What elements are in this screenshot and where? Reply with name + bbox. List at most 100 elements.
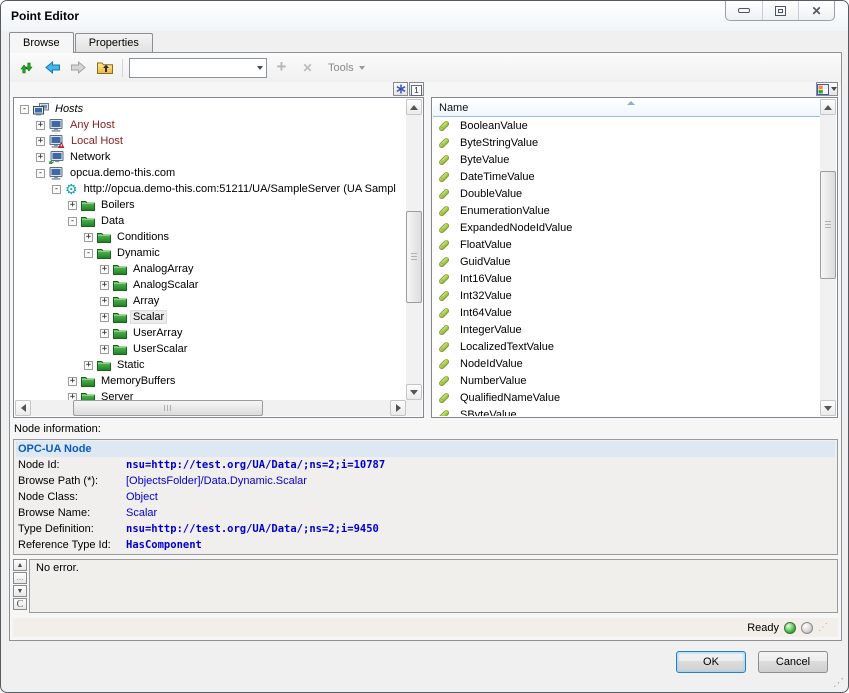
expand-icon[interactable]: +	[84, 233, 93, 242]
error-details-button[interactable]: …	[13, 572, 27, 584]
scroll-down-button[interactable]	[406, 384, 422, 400]
forward-button[interactable]	[67, 57, 90, 79]
collapse-icon[interactable]: -	[68, 217, 77, 226]
list-item[interactable]: DoubleValue	[433, 185, 820, 202]
tree-item[interactable]: +Scalar	[15, 309, 406, 325]
tree-item[interactable]: -Data	[15, 213, 406, 229]
tools-menu-button[interactable]: Tools	[322, 57, 371, 79]
tree-item[interactable]: +UserArray	[15, 325, 406, 341]
list-item[interactable]: EnumerationValue	[433, 202, 820, 219]
list-item[interactable]: LocalizedTextValue	[433, 338, 820, 355]
list-item[interactable]: Int64Value	[433, 304, 820, 321]
maximize-button[interactable]	[762, 1, 798, 20]
window-resize-grip[interactable]: ⋰	[833, 676, 844, 689]
address-combobox[interactable]	[129, 58, 267, 78]
error-prev-button[interactable]: ▲	[13, 559, 27, 571]
tree-asterisk-button[interactable]	[393, 82, 408, 96]
scroll-up-button[interactable]	[406, 99, 422, 115]
folder-icon	[97, 232, 111, 243]
add-button[interactable]	[270, 57, 293, 79]
refresh-button[interactable]	[15, 57, 38, 79]
tree-item[interactable]: + Conditions	[15, 229, 406, 245]
tree-item-label: Conditions	[115, 231, 171, 243]
tree-item[interactable]: +Boilers	[15, 197, 406, 213]
scroll-thumb[interactable]	[820, 171, 836, 279]
point-editor-window: Point Editor Browse Properties	[0, 0, 849, 693]
list-column-header-name[interactable]: Name	[433, 99, 820, 117]
scroll-down-button[interactable]	[820, 400, 836, 416]
expand-icon[interactable]: +	[100, 265, 109, 274]
expand-icon[interactable]: +	[100, 313, 109, 322]
expand-icon[interactable]: +	[100, 297, 109, 306]
list-item[interactable]: NodeIdValue	[433, 355, 820, 372]
scroll-right-button[interactable]	[390, 400, 406, 416]
tree-item[interactable]: +AnalogScalar	[15, 277, 406, 293]
tree-item[interactable]: +AnalogArray	[15, 261, 406, 277]
list-item[interactable]: DateTimeValue	[433, 168, 820, 185]
list-vertical-scrollbar[interactable]	[820, 99, 836, 416]
tree-item-label: UserScalar	[131, 343, 189, 355]
minimize-button[interactable]	[726, 1, 762, 20]
tree-item[interactable]: +Static	[15, 357, 406, 373]
expand-icon[interactable]: +	[68, 377, 77, 386]
list-item[interactable]: Int32Value	[433, 287, 820, 304]
tree-item[interactable]: -Hosts	[15, 101, 406, 117]
tree-item[interactable]: +Local Host	[15, 133, 406, 149]
tree-item[interactable]: +Array	[15, 293, 406, 309]
scroll-thumb[interactable]	[73, 400, 263, 416]
view-mode-button[interactable]	[816, 82, 838, 96]
tree-item[interactable]: -⚙http://opcua.demo-this.com:51211/UA/Sa…	[15, 181, 406, 197]
list-item[interactable]: FloatValue	[433, 236, 820, 253]
list-item[interactable]: NumberValue	[433, 372, 820, 389]
list-item[interactable]: QualifiedNameValue	[433, 389, 820, 406]
scroll-thumb[interactable]	[406, 211, 422, 303]
folder-icon	[113, 264, 127, 275]
address-combobox-input[interactable]	[133, 62, 257, 74]
delete-button[interactable]	[296, 57, 319, 79]
list-item[interactable]: IntegerValue	[433, 321, 820, 338]
expand-icon[interactable]: +	[100, 281, 109, 290]
close-button[interactable]	[798, 1, 834, 20]
error-clear-button[interactable]: C	[13, 598, 27, 610]
expand-icon[interactable]: +	[100, 329, 109, 338]
tab-properties[interactable]: Properties	[75, 33, 153, 52]
tree-item[interactable]: +Server	[15, 389, 406, 400]
node-information-panel: OPC-UA Node Node Id:nsu=http://test.org/…	[13, 439, 838, 555]
cancel-button[interactable]: Cancel	[758, 651, 828, 673]
tree-item[interactable]: +MemoryBuffers	[15, 373, 406, 389]
list-item[interactable]: SByteValue	[433, 406, 820, 416]
tree-item[interactable]: + UserScalar	[15, 341, 406, 357]
ok-button[interactable]: OK	[676, 651, 746, 673]
up-level-button[interactable]	[93, 57, 116, 79]
collapse-icon[interactable]: -	[36, 169, 45, 178]
expand-icon[interactable]: +	[36, 137, 45, 146]
tree-horizontal-scrollbar[interactable]	[15, 400, 406, 416]
combobox-dropdown-icon[interactable]	[257, 66, 263, 70]
expand-icon[interactable]: +	[36, 153, 45, 162]
tree-item[interactable]: +Any Host	[15, 117, 406, 133]
tree-item[interactable]: -opcua.demo-this.com	[15, 165, 406, 181]
list-item[interactable]: BooleanValue	[433, 117, 820, 134]
scroll-up-button[interactable]	[820, 99, 836, 115]
expand-icon[interactable]: +	[68, 393, 77, 401]
expand-icon[interactable]: +	[100, 345, 109, 354]
expand-icon[interactable]: +	[68, 201, 77, 210]
tree-item[interactable]: +Network	[15, 149, 406, 165]
back-button[interactable]	[41, 57, 64, 79]
collapse-icon[interactable]: -	[52, 185, 61, 194]
list-item[interactable]: ByteValue	[433, 151, 820, 168]
expand-icon[interactable]: +	[36, 121, 45, 130]
expand-icon[interactable]: +	[84, 361, 93, 370]
list-item[interactable]: ExpandedNodeIdValue	[433, 219, 820, 236]
list-item[interactable]: Int16Value	[433, 270, 820, 287]
collapse-icon[interactable]: -	[84, 249, 93, 258]
error-next-button[interactable]: ▼	[13, 585, 27, 597]
tree-item[interactable]: -Dynamic	[15, 245, 406, 261]
tree-vertical-scrollbar[interactable]	[406, 99, 422, 400]
tree-one-button[interactable]	[409, 82, 424, 96]
collapse-icon[interactable]: -	[20, 105, 29, 114]
list-item[interactable]: ByteStringValue	[433, 134, 820, 151]
list-item[interactable]: GuidValue	[433, 253, 820, 270]
tab-browse[interactable]: Browse	[9, 32, 74, 53]
scroll-left-button[interactable]	[15, 400, 31, 416]
